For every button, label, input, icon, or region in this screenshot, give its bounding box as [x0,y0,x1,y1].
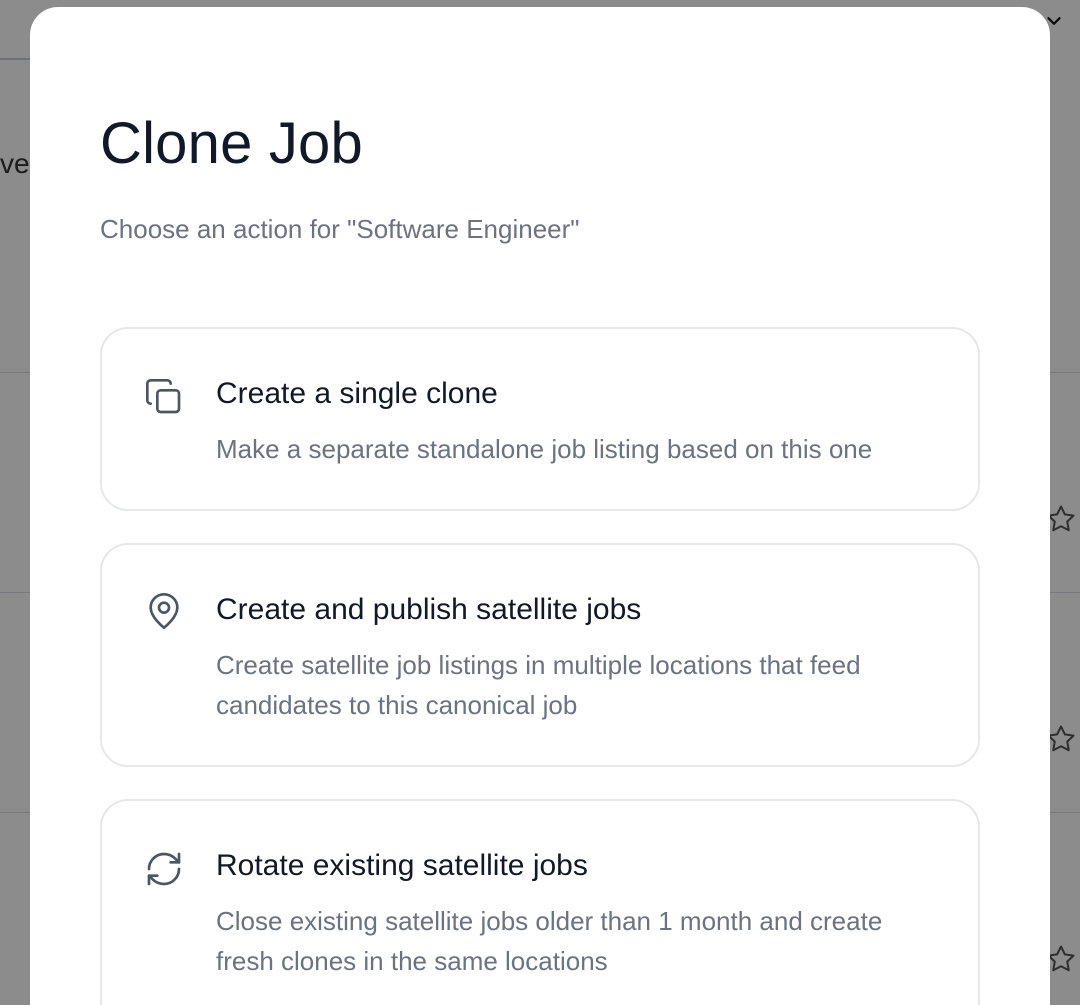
option-description: Close existing satellite jobs older than… [216,906,883,976]
option-description: Make a separate standalone job listing b… [216,434,873,464]
option-title: Create a single clone [216,377,498,410]
dialog-title: Clone Job [100,111,363,176]
option-title: Rotate existing satellite jobs [216,849,588,882]
option-publish-satellite-jobs[interactable]: Create and publish satellite jobs Create… [100,543,980,767]
clone-job-dialog: Clone Job Choose an action for "Software… [30,7,1050,1005]
copy-icon [146,379,181,414]
option-title: Create and publish satellite jobs [216,593,642,626]
refresh-icon [147,852,181,886]
option-single-clone[interactable]: Create a single clone Make a separate st… [100,327,980,511]
option-rotate-satellite-jobs[interactable]: Rotate existing satellite jobs Close exi… [100,799,980,1005]
option-description: Create satellite job listings in multipl… [216,650,861,720]
map-pin-icon [149,593,179,629]
dialog-subtitle: Choose an action for "Software Engineer" [100,214,580,244]
